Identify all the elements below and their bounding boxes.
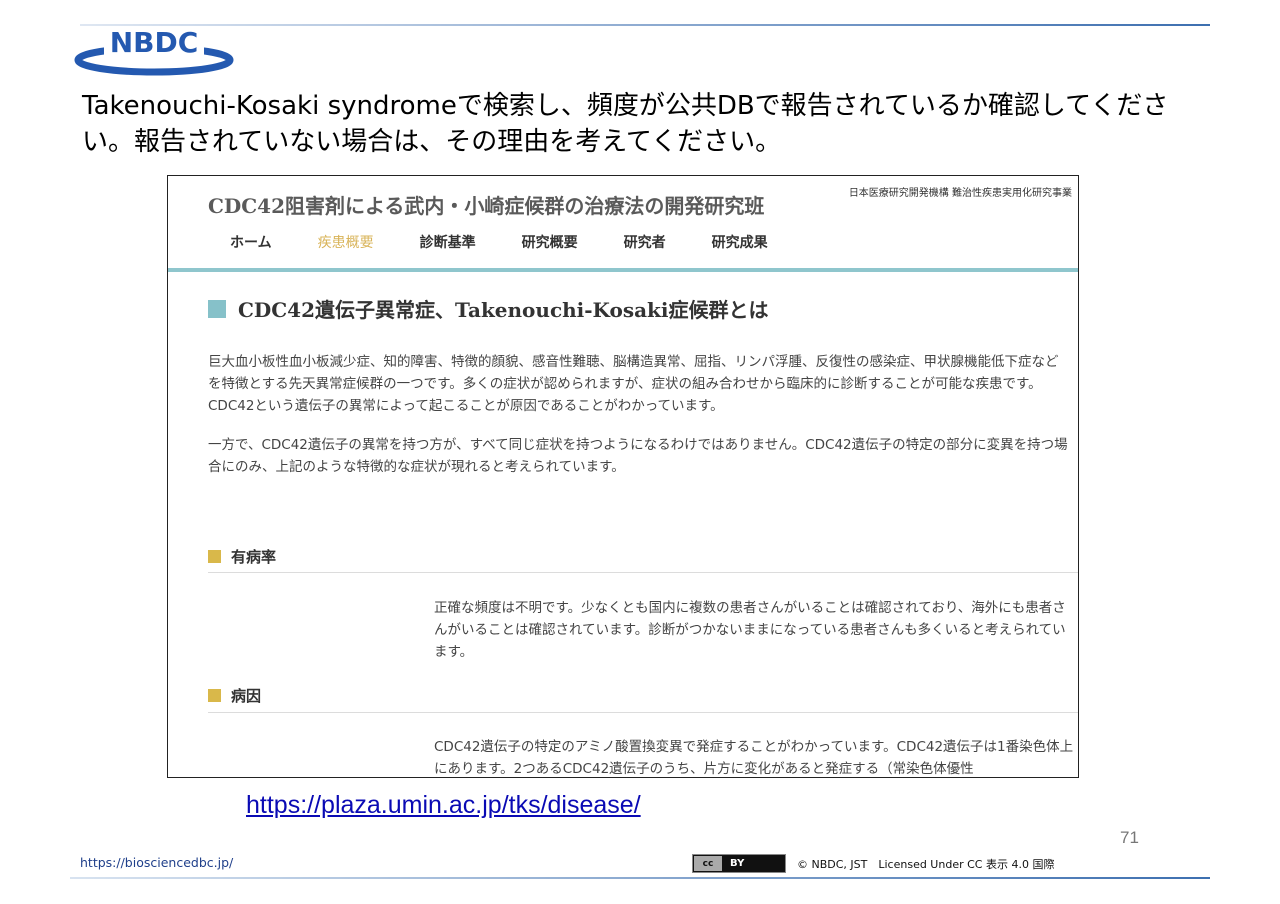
- nbdc-logo: NBDC: [74, 22, 234, 76]
- cc-badge-left: cc: [694, 856, 722, 871]
- site-title[interactable]: CDC42阻害剤による武内・小崎症候群の治療法の開発研究班: [208, 190, 764, 219]
- subheading-prevalence-text: 有病率: [231, 548, 277, 566]
- etiology-text: CDC42遺伝子の特定のアミノ酸置換変異で発症することがわかっています。CDC4…: [434, 739, 1074, 777]
- cc-badge-right: BY: [730, 858, 745, 869]
- slide-heading: Takenouchi-Kosaki syndromeで検索し、頻度が公共DBで報…: [82, 91, 1169, 157]
- section-marker-icon: [208, 299, 226, 318]
- second-paragraph: 一方で、CDC42遺伝子の異常を持つ方が、すべて同じ症状を持つようになるわけでは…: [208, 437, 1068, 475]
- subheading-marker-icon: [208, 689, 221, 702]
- nav-divider: [168, 268, 1078, 272]
- prevalence-text: 正確な頻度は不明です。少なくとも国内に複数の患者さんがいることは確認されており、…: [434, 600, 1066, 660]
- subheading-divider: [208, 712, 1078, 713]
- section-heading-text: CDC42遺伝子異常症、Takenouchi-Kosaki症候群とは: [238, 298, 769, 322]
- nav-researchers[interactable]: 研究者: [624, 232, 666, 252]
- cc-by-badge-icon: cc BY: [692, 854, 786, 873]
- subheading-etiology-text: 病因: [231, 687, 262, 705]
- site-nav: ホーム 疾患概要 診断基準 研究概要 研究者 研究成果: [230, 232, 814, 252]
- subheading-marker-icon: [208, 550, 221, 563]
- page-number: 71: [1120, 828, 1139, 847]
- subheading-prevalence: 有病率: [208, 546, 276, 567]
- top-divider: [80, 24, 1210, 26]
- subheading-etiology: 病因: [208, 685, 261, 706]
- section-heading: CDC42遺伝子異常症、Takenouchi-Kosaki症候群とは: [208, 294, 769, 323]
- subheading-divider: [208, 572, 1078, 573]
- license-text: © NBDC, JST Licensed Under CC 表示 4.0 国際: [797, 858, 1055, 871]
- bottom-divider: [70, 877, 1210, 879]
- website-screenshot: CDC42阻害剤による武内・小崎症候群の治療法の開発研究班 日本医療研究開発機構…: [167, 175, 1079, 778]
- svg-text:NBDC: NBDC: [110, 26, 199, 59]
- nav-research-results[interactable]: 研究成果: [712, 232, 768, 252]
- nav-home[interactable]: ホーム: [230, 232, 272, 252]
- agency-label: 日本医療研究開発機構 難治性疾患実用化研究事業: [848, 188, 1072, 199]
- intro-paragraph: 巨大血小板性血小板減少症、知的障害、特徴的顔貌、感音性難聴、脳構造異常、屈指、リ…: [208, 354, 1059, 414]
- nav-disease-overview[interactable]: 疾患概要: [318, 232, 374, 252]
- footer-url[interactable]: https://biosciencedbc.jp/: [80, 855, 233, 870]
- nav-research-overview[interactable]: 研究概要: [522, 232, 578, 252]
- nav-diagnostic-criteria[interactable]: 診断基準: [420, 232, 476, 252]
- source-url-link[interactable]: https://plaza.umin.ac.jp/tks/disease/: [246, 791, 641, 820]
